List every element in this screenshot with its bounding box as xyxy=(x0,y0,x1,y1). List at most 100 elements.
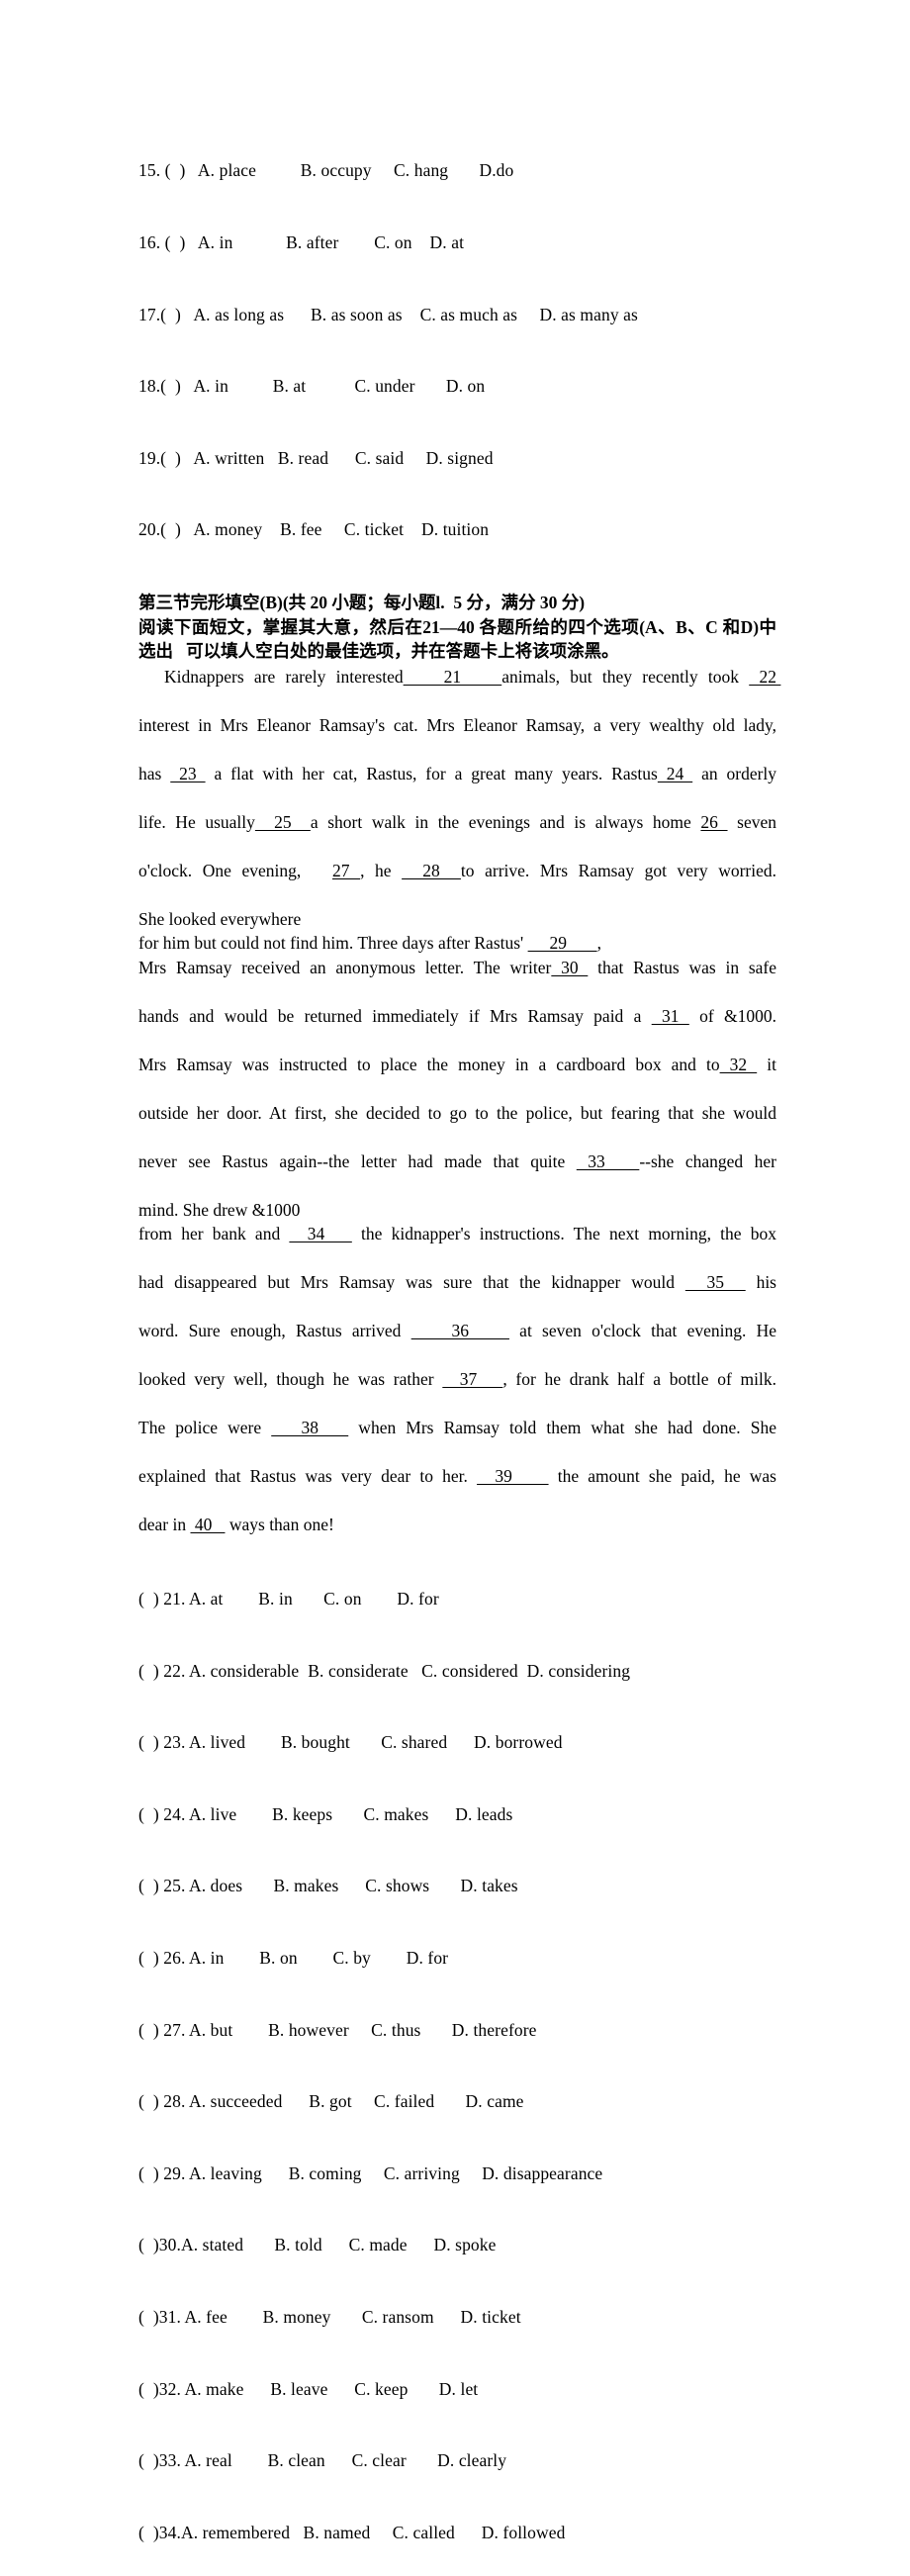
passage-line: outside her door. At first, she decided … xyxy=(138,1101,776,1150)
question-row-22[interactable]: ( ) 22. A. considerable B. considerate C… xyxy=(138,1659,776,1683)
passage-text: --she changed her xyxy=(639,1150,776,1171)
passage-text: The police were xyxy=(138,1418,272,1438)
answer-blank[interactable]: 22 xyxy=(749,667,780,687)
passage-line: had disappeared but Mrs Ramsay was sure … xyxy=(138,1270,776,1319)
question-row-28[interactable]: ( ) 28. A. succeeded B. got C. failed D.… xyxy=(138,2089,776,2113)
question-row-18[interactable]: 18.( ) A. in B. at C. under D. on xyxy=(138,374,776,398)
passage-text: hands and would be returned immediately … xyxy=(138,1005,652,1026)
answer-blank[interactable]: 29 xyxy=(528,933,597,953)
answer-blank[interactable]: 33 xyxy=(577,1151,640,1171)
passage-line: life. He usually 25 a short walk in the … xyxy=(138,810,776,859)
answer-blank[interactable]: 35 xyxy=(685,1272,746,1292)
passage-line: word. Sure enough, Rastus arrived 36 at … xyxy=(138,1319,776,1367)
passage-text: that Rastus was in safe xyxy=(588,957,776,977)
passage-line: Mrs Ramsay received an anonymous letter.… xyxy=(138,956,776,1004)
question-row-17[interactable]: 17.( ) A. as long as B. as soon as C. as… xyxy=(138,303,776,326)
passage-text: at seven o'clock that evening. He xyxy=(508,1321,776,1341)
passage-text: , xyxy=(596,933,601,954)
passage-text: an orderly xyxy=(692,763,777,783)
answer-blank[interactable]: 34 xyxy=(289,1224,351,1243)
passage-text: to arrive. Mrs Ramsay got very worried. xyxy=(460,860,776,880)
answer-blank[interactable]: 25 xyxy=(255,812,311,832)
answer-blank[interactable]: 31 xyxy=(652,1006,689,1026)
answer-blank[interactable]: 40 xyxy=(190,1515,225,1534)
passage-text: when Mrs Ramsay told them what she had d… xyxy=(348,1418,777,1438)
passage-text: Kidnappers are rarely interested xyxy=(164,666,404,687)
passage-text: from her bank and xyxy=(138,1224,290,1244)
passage-line: The police were 38 when Mrs Ramsay told … xyxy=(138,1416,776,1464)
passage-text: a short walk in the evenings and is alwa… xyxy=(310,811,701,832)
passage-text: never see Rastus again--the letter had m… xyxy=(138,1150,577,1171)
passage-line: Mrs Ramsay was instructed to place the m… xyxy=(138,1053,776,1101)
question-row-21[interactable]: ( ) 21. A. at B. in C. on D. for xyxy=(138,1587,776,1610)
question-row-23[interactable]: ( ) 23. A. lived B. bought C. shared D. … xyxy=(138,1730,776,1754)
answer-blank[interactable]: 37 xyxy=(442,1369,502,1389)
answer-blank[interactable]: 36 xyxy=(411,1321,509,1340)
passage-text: Mrs Ramsay was instructed to place the m… xyxy=(138,1054,720,1074)
passage-line: from her bank and 34 the kidnapper's ins… xyxy=(138,1222,776,1270)
question-row-27[interactable]: ( ) 27. A. but B. however C. thus D. the… xyxy=(138,2018,776,2042)
answer-blank[interactable]: 23 xyxy=(170,764,205,783)
passage-text: it xyxy=(757,1054,776,1074)
question-row-20[interactable]: 20.( ) A. money B. fee C. ticket D. tuit… xyxy=(138,517,776,541)
passage-line: has 23 a flat with her cat, Rastus, for … xyxy=(138,762,776,810)
passage-line: o'clock. One evening, 27 , he 28 to arri… xyxy=(138,859,776,907)
answer-blank[interactable]: 39 xyxy=(477,1466,549,1486)
section-instructions: 第三节完形填空(B)(共 20 小题；每小题l. 5 分，满分 30 分) 阅读… xyxy=(138,591,776,664)
answer-blank[interactable]: 26 xyxy=(700,812,727,832)
passage-line: mind. She drew &1000 xyxy=(138,1198,776,1223)
passage-text: life. He usually xyxy=(138,811,255,832)
answer-blank[interactable]: 32 xyxy=(720,1055,758,1074)
passage-text: ways than one! xyxy=(225,1515,334,1535)
answer-blank[interactable]: 27 xyxy=(332,861,360,880)
passage-text: outside her door. At first, she decided … xyxy=(138,1102,776,1123)
question-list-top: 15. ( ) A. place B. occupy C. hang D.do … xyxy=(138,111,776,590)
passage-text: of &1000. xyxy=(688,1005,776,1026)
passage-line: looked very well, though he was rather 3… xyxy=(138,1367,776,1416)
passage-text: mind. She drew &1000 xyxy=(138,1199,301,1220)
answer-blank[interactable]: 21 xyxy=(404,667,502,687)
passage-text: the kidnapper's instructions. The next m… xyxy=(351,1224,776,1244)
passage-text: looked very well, though he was rather xyxy=(138,1369,443,1390)
passage-text: interest in Mrs Eleanor Ramsay's cat. Mr… xyxy=(138,714,776,735)
passage-line: dear in 40 ways than one! xyxy=(138,1513,776,1537)
question-row-25[interactable]: ( ) 25. A. does B. makes C. shows D. tak… xyxy=(138,1874,776,1897)
question-row-32[interactable]: ( )32. A. make B. leave C. keep D. let xyxy=(138,2377,776,2401)
question-row-24[interactable]: ( ) 24. A. live B. keeps C. makes D. lea… xyxy=(138,1802,776,1826)
passage-text: Mrs Ramsay received an anonymous letter.… xyxy=(138,957,552,977)
section-heading: 第三节完形填空(B)(共 20 小题；每小题l. 5 分，满分 30 分) xyxy=(138,593,586,613)
answer-blank[interactable]: 28 xyxy=(402,861,461,880)
passage-text: had disappeared but Mrs Ramsay was sure … xyxy=(138,1272,685,1293)
question-row-33[interactable]: ( )33. A. real B. clean C. clear D. clea… xyxy=(138,2448,776,2472)
passage-line: interest in Mrs Eleanor Ramsay's cat. Mr… xyxy=(138,713,776,762)
passage-text: She looked everywhere xyxy=(138,908,302,929)
question-list-bottom: ( ) 21. A. at B. in C. on D. for ( ) 22.… xyxy=(138,1539,776,2576)
passage-text: word. Sure enough, Rastus arrived xyxy=(138,1321,411,1341)
answer-blank[interactable]: 30 xyxy=(551,958,588,977)
passage-text: for him but could not find him. Three da… xyxy=(138,933,528,954)
question-row-19[interactable]: 19.( ) A. written B. read C. said D. sig… xyxy=(138,446,776,470)
page-content: 15. ( ) A. place B. occupy C. hang D.do … xyxy=(138,111,776,2576)
passage-line: never see Rastus again--the letter had m… xyxy=(138,1150,776,1198)
passage-line: explained that Rastus was very dear to h… xyxy=(138,1464,776,1513)
passage-text: has xyxy=(138,763,171,783)
passage-line: Kidnappers are rarely interested 21 anim… xyxy=(138,665,776,713)
answer-blank[interactable]: 24 xyxy=(658,764,692,783)
passage-text: animals, but they recently took xyxy=(501,666,750,687)
question-row-34[interactable]: ( )34.A. remembered B. named C. called D… xyxy=(138,2521,776,2544)
question-row-30[interactable]: ( )30.A. stated B. told C. made D. spoke xyxy=(138,2233,776,2256)
passage-text: the amount she paid, he was xyxy=(548,1466,776,1487)
question-row-16[interactable]: 16. ( ) A. in B. after C. on D. at xyxy=(138,230,776,254)
passage-line: She looked everywhere xyxy=(138,907,776,932)
question-row-15[interactable]: 15. ( ) A. place B. occupy C. hang D.do xyxy=(138,158,776,182)
passage-text: o'clock. One evening, xyxy=(138,860,332,880)
question-row-29[interactable]: ( ) 29. A. leaving B. coming C. arriving… xyxy=(138,2162,776,2185)
passage-text: , he xyxy=(360,860,403,880)
passage-line: hands and would be returned immediately … xyxy=(138,1004,776,1053)
cloze-passage: Kidnappers are rarely interested 21 anim… xyxy=(138,665,776,1537)
question-row-31[interactable]: ( )31. A. fee B. money C. ransom D. tick… xyxy=(138,2305,776,2329)
passage-text: a flat with her cat, Rastus, for a great… xyxy=(205,763,658,783)
passage-text: dear in xyxy=(138,1515,191,1535)
question-row-26[interactable]: ( ) 26. A. in B. on C. by D. for xyxy=(138,1946,776,1970)
answer-blank[interactable]: 38 xyxy=(271,1418,348,1437)
